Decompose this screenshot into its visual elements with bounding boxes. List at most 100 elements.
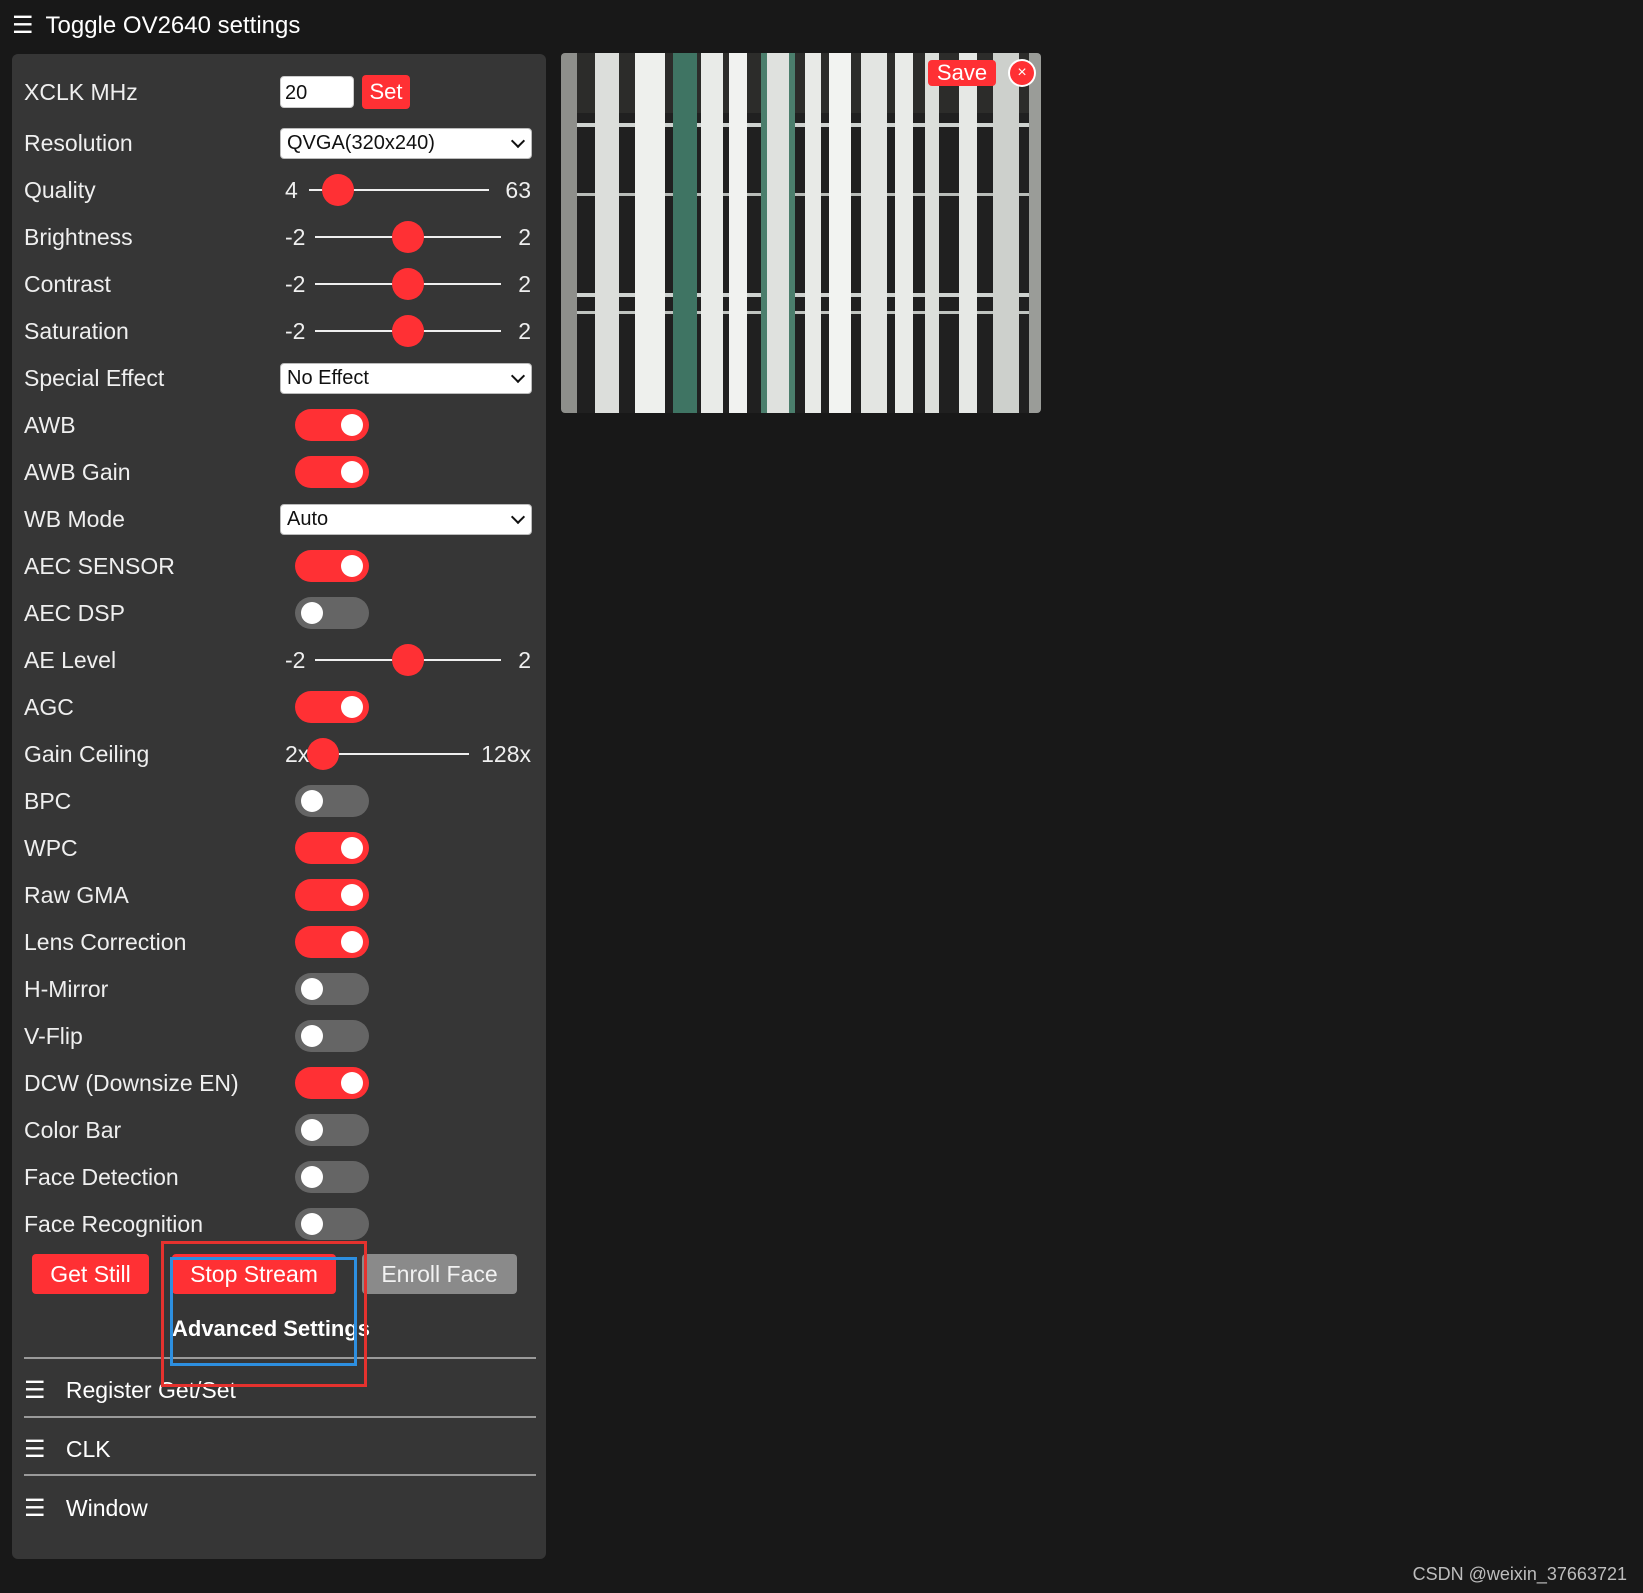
contrast-slider-thumb[interactable]	[392, 268, 424, 300]
toggle-knob	[341, 414, 363, 436]
resolution-label: Resolution	[24, 130, 133, 156]
awb-row: AWB	[12, 405, 546, 445]
h-mirror-label: H-Mirror	[24, 976, 109, 1002]
face-detection-row: Face Detection	[12, 1157, 546, 1197]
v-flip-toggle[interactable]	[295, 1020, 369, 1052]
awb-label: AWB	[24, 412, 76, 438]
quality-min: 4	[285, 177, 298, 203]
bpc-row: BPC	[12, 781, 546, 821]
dcw-row: DCW (Downsize EN)	[12, 1063, 546, 1103]
brightness-label: Brightness	[24, 224, 133, 250]
section-label: CLK	[65, 1436, 111, 1462]
toggle-knob	[341, 1072, 363, 1094]
xclk-input[interactable]: 20	[280, 76, 354, 108]
saturation-slider-thumb[interactable]	[392, 315, 424, 347]
toggle-knob	[301, 1025, 323, 1047]
brightness-max: 2	[518, 224, 531, 250]
lens-correction-label: Lens Correction	[24, 929, 187, 955]
special-effect-selected: No Effect	[287, 367, 369, 389]
ae-level-slider-thumb[interactable]	[392, 644, 424, 676]
brightness-slider-thumb[interactable]	[392, 221, 424, 253]
aec-dsp-row: AEC DSP	[12, 593, 546, 633]
bpc-toggle[interactable]	[295, 785, 369, 817]
close-icon[interactable]: ×	[1010, 61, 1034, 85]
wpc-toggle[interactable]	[295, 832, 369, 864]
v-flip-label: V-Flip	[24, 1023, 83, 1049]
section-window[interactable]: ☰ Window	[24, 1488, 148, 1528]
wpc-label: WPC	[24, 835, 78, 861]
menu-icon: ☰	[24, 1436, 46, 1463]
menu-icon: ☰	[24, 1495, 46, 1522]
toggle-knob	[301, 1213, 323, 1235]
contrast-min: -2	[285, 271, 306, 297]
divider	[24, 1474, 536, 1476]
saturation-label: Saturation	[24, 318, 129, 344]
saturation-row: Saturation -2 2	[12, 311, 546, 351]
contrast-max: 2	[518, 271, 531, 297]
aec-sensor-toggle[interactable]	[295, 550, 369, 582]
agc-row: AGC	[12, 687, 546, 727]
xclk-set-button[interactable]: Set	[362, 75, 410, 109]
special-effect-select[interactable]: No Effect	[280, 363, 532, 394]
aec-sensor-label: AEC SENSOR	[24, 553, 175, 579]
section-clk[interactable]: ☰ CLK	[24, 1429, 111, 1469]
toggle-knob	[301, 1166, 323, 1188]
face-recognition-label: Face Recognition	[24, 1211, 203, 1237]
quality-label: Quality	[24, 177, 96, 203]
gain-ceiling-row: Gain Ceiling 2x 128x	[12, 734, 546, 774]
awb-gain-toggle[interactable]	[295, 456, 369, 488]
ae-level-row: AE Level -2 2	[12, 640, 546, 680]
saturation-max: 2	[518, 318, 531, 344]
contrast-row: Contrast -2 2	[12, 264, 546, 304]
special-effect-label: Special Effect	[24, 365, 165, 391]
face-detection-toggle[interactable]	[295, 1161, 369, 1193]
menu-icon: ☰	[12, 12, 34, 39]
gain-ceiling-slider[interactable]	[323, 753, 469, 755]
awb-gain-label: AWB Gain	[24, 459, 131, 485]
toggle-knob	[301, 602, 323, 624]
watermark: CSDN @weixin_37663721	[1412, 1564, 1627, 1584]
wb-mode-select[interactable]: Auto	[280, 504, 532, 535]
highlight-box-blue	[170, 1257, 357, 1366]
ae-level-min: -2	[285, 647, 306, 673]
settings-toggle[interactable]: ☰ Toggle OV2640 settings	[12, 8, 300, 44]
awb-toggle[interactable]	[295, 409, 369, 441]
quality-row: Quality 4 63	[12, 170, 546, 210]
raw-gma-toggle[interactable]	[295, 879, 369, 911]
color-bar-label: Color Bar	[24, 1117, 122, 1143]
raw-gma-row: Raw GMA	[12, 875, 546, 915]
aec-sensor-row: AEC SENSOR	[12, 546, 546, 586]
raw-gma-label: Raw GMA	[24, 882, 129, 908]
menu-icon: ☰	[24, 1377, 46, 1404]
toggle-knob	[341, 555, 363, 577]
get-still-button[interactable]: Get Still	[32, 1254, 149, 1294]
dcw-toggle[interactable]	[295, 1067, 369, 1099]
toggle-knob	[341, 837, 363, 859]
quality-slider-thumb[interactable]	[321, 174, 354, 206]
xclk-label: XCLK MHz	[24, 79, 138, 105]
gain-ceiling-min: 2x	[285, 741, 310, 767]
wb-mode-row: WB Mode Auto	[12, 499, 546, 539]
enroll-face-button[interactable]: Enroll Face	[362, 1254, 517, 1294]
xclk-row: XCLK MHz 20 Set	[12, 72, 546, 112]
resolution-select[interactable]: QVGA(320x240)	[280, 128, 532, 159]
aec-dsp-toggle[interactable]	[295, 597, 369, 629]
chevron-down-icon	[510, 133, 526, 149]
gain-ceiling-label: Gain Ceiling	[24, 741, 150, 767]
gain-ceiling-slider-thumb[interactable]	[307, 738, 339, 770]
toggle-knob	[341, 884, 363, 906]
save-button[interactable]: Save	[928, 60, 996, 86]
lens-correction-toggle[interactable]	[295, 926, 369, 958]
ae-level-max: 2	[518, 647, 531, 673]
face-recognition-toggle[interactable]	[295, 1208, 369, 1240]
toggle-knob	[301, 978, 323, 1000]
chevron-down-icon	[510, 509, 526, 525]
ae-level-label: AE Level	[24, 647, 117, 673]
agc-toggle[interactable]	[295, 691, 369, 723]
section-label: Window	[65, 1495, 148, 1521]
h-mirror-toggle[interactable]	[295, 973, 369, 1005]
brightness-row: Brightness -2 2	[12, 217, 546, 257]
toggle-knob	[341, 931, 363, 953]
color-bar-toggle[interactable]	[295, 1114, 369, 1146]
v-flip-row: V-Flip	[12, 1016, 546, 1056]
